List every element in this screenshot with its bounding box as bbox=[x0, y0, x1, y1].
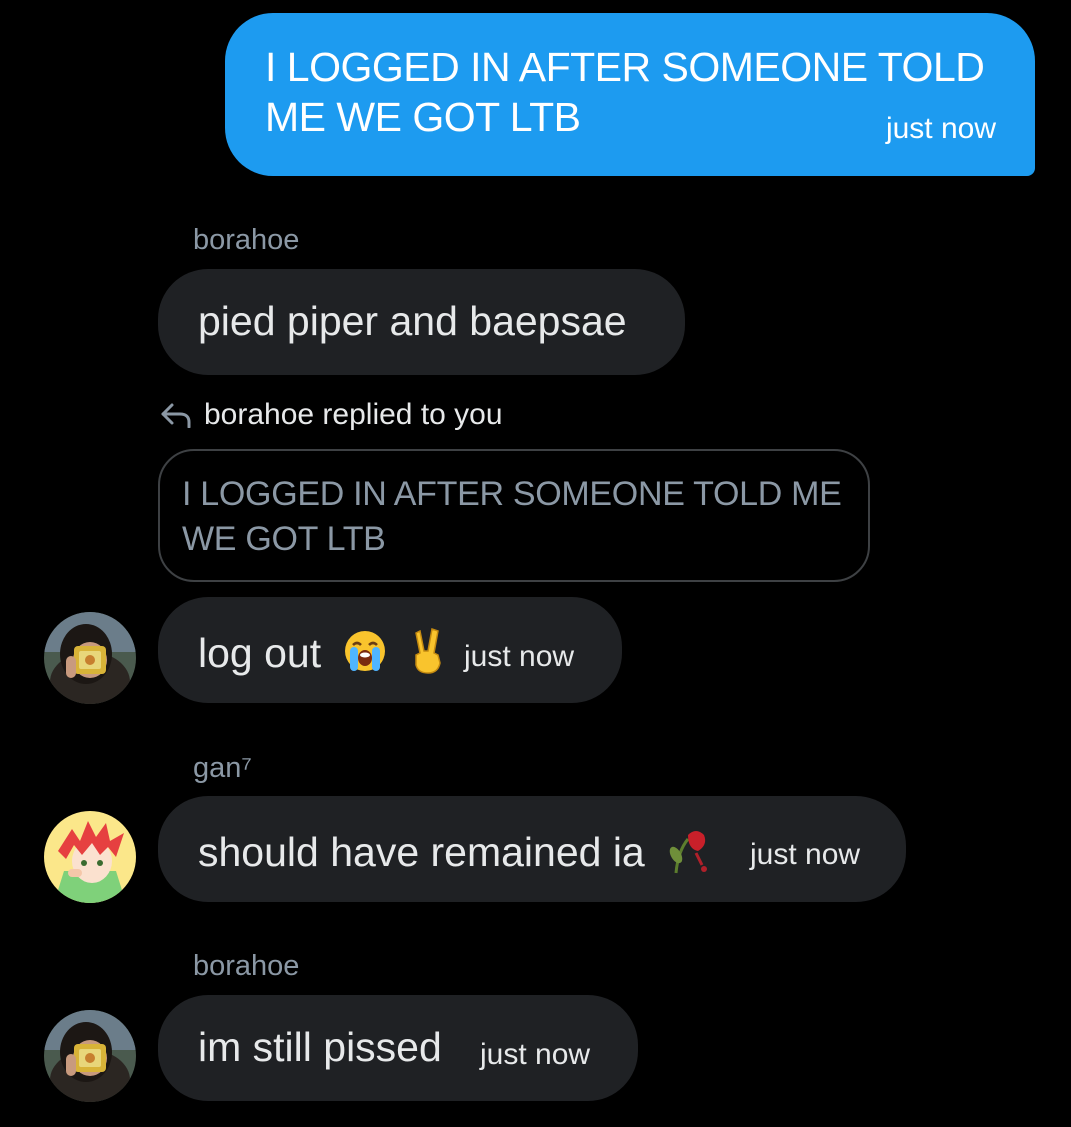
wilted-flower-emoji bbox=[666, 825, 712, 885]
avatar-borahoe[interactable] bbox=[44, 1010, 136, 1102]
avatar-image bbox=[44, 811, 136, 903]
avatar-image bbox=[44, 1010, 136, 1102]
message-timestamp: just now bbox=[885, 112, 996, 145]
victory-hand-emoji bbox=[408, 627, 448, 685]
incoming-message-text: pied piper and baepsae bbox=[198, 298, 627, 344]
incoming-message-text: log out bbox=[198, 627, 448, 685]
reply-indicator: borahoe replied to you bbox=[160, 398, 503, 432]
message-timestamp: just now bbox=[464, 640, 575, 673]
avatar-gan7[interactable] bbox=[44, 811, 136, 903]
avatar-borahoe[interactable] bbox=[44, 612, 136, 704]
sender-name: borahoe bbox=[193, 224, 300, 256]
message-timestamp: just now bbox=[750, 838, 861, 871]
quoted-message-text: I LOGGED IN AFTER SOMEONE TOLD ME WE GOT… bbox=[182, 475, 842, 558]
loudly-crying-face-emoji bbox=[343, 629, 387, 683]
message-text: should have remained ia bbox=[198, 828, 645, 875]
message-text: log out bbox=[198, 629, 322, 676]
reply-label-text: borahoe replied to you bbox=[204, 398, 503, 431]
avatar-image bbox=[44, 612, 136, 704]
sender-name: borahoe bbox=[193, 950, 300, 982]
reply-arrow-icon bbox=[161, 403, 191, 428]
message-timestamp: just now bbox=[480, 1038, 591, 1071]
incoming-message-text: im still pissed bbox=[198, 1024, 442, 1070]
incoming-message-text: should have remained ia bbox=[198, 825, 712, 885]
sender-name: gan⁷ bbox=[193, 752, 252, 784]
